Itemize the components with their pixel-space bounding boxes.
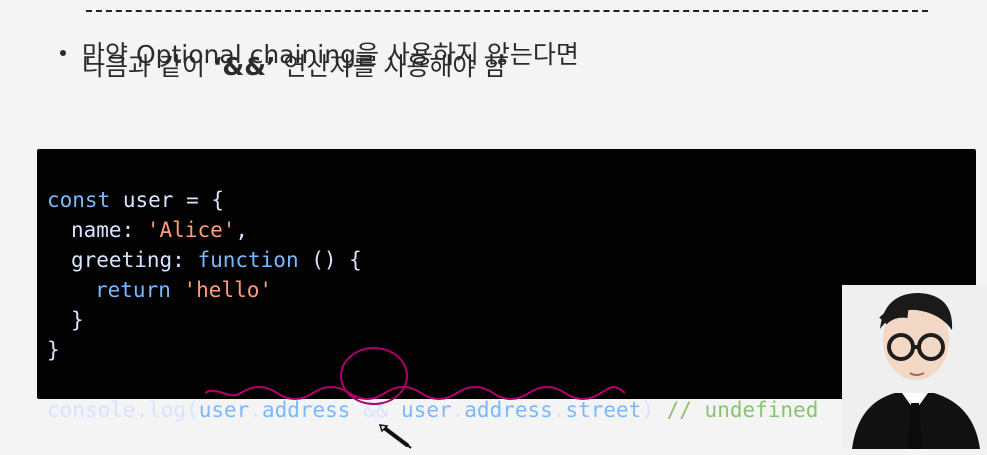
code-address-2: address — [464, 398, 553, 422]
bullet-line2-prefix: 다음과 같이 — [82, 52, 213, 81]
bullet-line2-bold: ‘&&’ — [212, 52, 276, 81]
code-line-1: const user = { — [47, 188, 224, 212]
code-close-paren: ) — [641, 398, 654, 422]
code-keyword-const: const — [47, 188, 111, 212]
code-user-1: user — [198, 398, 250, 422]
code-street: street — [565, 398, 642, 422]
code-line-5: } — [47, 305, 84, 335]
code-comma: , — [235, 218, 249, 242]
code-sep-name: : — [121, 218, 147, 242]
bullet-line2-suffix: 연산자를 사용해야 함 — [283, 52, 507, 81]
code-address-1: address — [261, 398, 351, 422]
section-divider — [86, 10, 928, 12]
code-key-greeting: greeting — [71, 248, 173, 272]
bullet-dot-icon — [60, 50, 66, 56]
code-line1-rest: user = { — [110, 188, 225, 212]
code-line-8: console.log(user.address && user.address… — [47, 398, 818, 422]
code-dot-2: . — [451, 398, 465, 422]
code-block: const user = { name: 'Alice', greeting: … — [47, 155, 818, 455]
code-line-4: return 'hello' — [47, 275, 272, 305]
code-close-brace-outer: } — [47, 338, 60, 362]
code-string-hello: 'hello' — [183, 278, 273, 302]
code-dot-1: . — [249, 398, 262, 422]
code-console-log-start: console.log( — [47, 398, 199, 422]
code-keyword-function: function — [197, 248, 299, 272]
code-sep-greeting: : — [172, 248, 198, 272]
code-user-2: user — [401, 398, 452, 422]
code-dot-3: . — [552, 398, 566, 422]
code-key-name: name — [71, 218, 122, 242]
code-close-brace-inner: } — [71, 308, 84, 332]
code-line3-rest: () { — [298, 248, 362, 272]
pencil-icon — [378, 424, 412, 449]
code-string-alice: 'Alice' — [146, 218, 236, 242]
code-comment-undefined: // undefined — [666, 398, 819, 422]
bullet-text-line2: 다음과 같이 ‘&&’ 연산자를 사용해야 함 — [82, 52, 506, 82]
code-line-2: name: 'Alice', — [47, 215, 248, 245]
code-panel: const user = { name: 'Alice', greeting: … — [37, 149, 976, 422]
code-line-3: greeting: function () { — [47, 245, 362, 275]
code-and-operator: && — [350, 398, 402, 422]
code-line-6: } — [47, 338, 60, 362]
code-keyword-return: return — [95, 278, 171, 302]
presenter-avatar-icon — [842, 285, 987, 449]
